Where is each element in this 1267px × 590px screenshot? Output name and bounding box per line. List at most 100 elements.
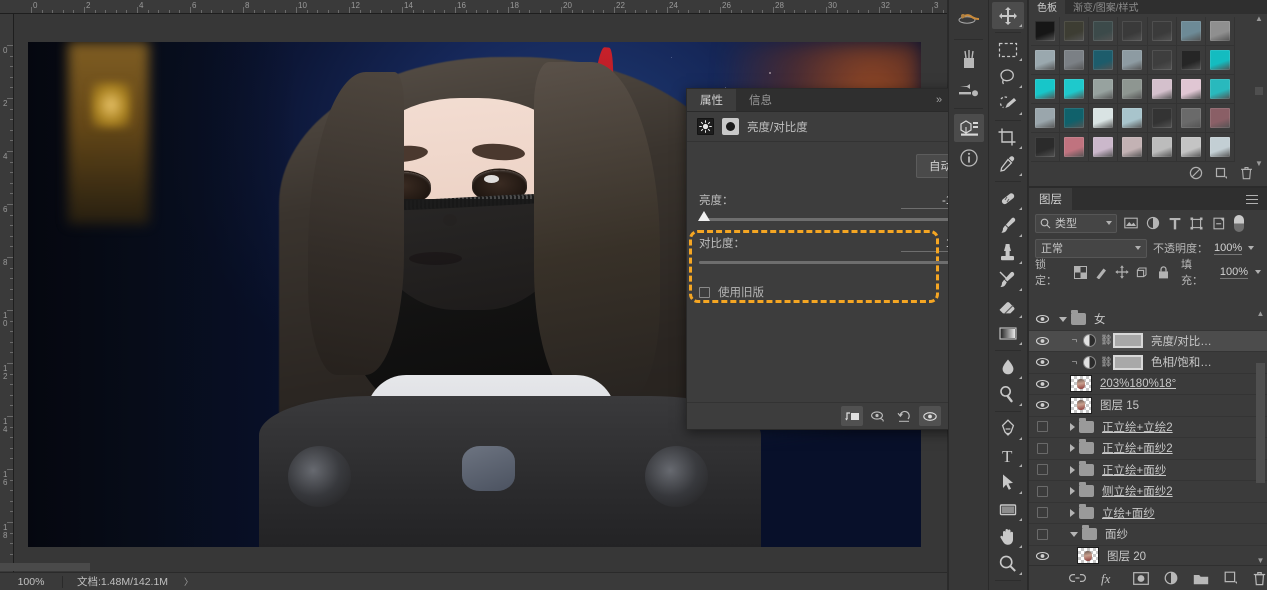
eyedropper-tool[interactable]: [992, 151, 1024, 178]
group-expanded-chevron-icon[interactable]: [1059, 317, 1067, 322]
swatch-chip[interactable]: [1152, 137, 1172, 157]
move-tool[interactable]: [992, 2, 1024, 29]
swatch-chip[interactable]: [1064, 50, 1084, 70]
swatch-cell[interactable]: [1148, 104, 1177, 133]
swatch-cell[interactable]: [1060, 75, 1089, 104]
layer-name[interactable]: 图层 15: [1100, 397, 1139, 413]
scroll-thumb[interactable]: [1255, 87, 1263, 95]
layer-name[interactable]: 正立绘+面纱2: [1102, 440, 1173, 456]
swatch-chip[interactable]: [1210, 79, 1230, 99]
healing-brush-tool[interactable]: [992, 185, 1024, 212]
tab-swatches[interactable]: 色板: [1029, 0, 1065, 14]
layers-scrollbar[interactable]: ▲ ▼: [1255, 309, 1266, 565]
swatch-chip[interactable]: [1093, 137, 1113, 157]
use-legacy-row[interactable]: 使用旧版: [687, 264, 977, 300]
layer-name[interactable]: 正立绘+立绘2: [1102, 419, 1173, 435]
swatch-chip[interactable]: [1152, 21, 1172, 41]
group-expanded-chevron-icon[interactable]: [1070, 532, 1078, 537]
swatch-chip[interactable]: [1152, 108, 1172, 128]
swatch-cell[interactable]: [1060, 17, 1089, 46]
pen-tool[interactable]: [992, 415, 1024, 442]
layer-row[interactable]: 203%180%18°: [1029, 374, 1267, 396]
swatch-chip[interactable]: [1181, 108, 1201, 128]
layer-row[interactable]: 图层 20: [1029, 546, 1267, 566]
properties-panel[interactable]: 属性 信息 » | 亮度/对: [686, 88, 978, 430]
layer-visibility-off[interactable]: [1029, 507, 1055, 518]
layer-mask-thumb[interactable]: [1113, 333, 1143, 348]
swatch-cell[interactable]: [1206, 46, 1235, 75]
swatches-panel[interactable]: 色板 渐变/图案/样式 ▲ ▼: [1029, 0, 1267, 186]
swatch-cell[interactable]: [1177, 75, 1206, 104]
shape-layers-filter-icon[interactable]: [1188, 215, 1205, 232]
swatch-chip[interactable]: [1210, 50, 1230, 70]
lock-position-icon[interactable]: [1115, 265, 1129, 279]
layers-panel[interactable]: 图层 类型 正常 不透明度： 100% 锁定： 填充： 100% 女 ⌐ ⛓ 亮…: [1029, 188, 1267, 590]
swatch-cell[interactable]: [1031, 133, 1060, 162]
swatch-cell[interactable]: [1118, 46, 1147, 75]
blend-mode-select[interactable]: 正常: [1035, 239, 1147, 258]
tab-gradients-patterns-styles[interactable]: 渐变/图案/样式: [1065, 0, 1147, 14]
type-tool[interactable]: T: [992, 442, 1024, 469]
swatch-cell[interactable]: [1060, 46, 1089, 75]
layer-row[interactable]: 侧立绘+面纱2: [1029, 481, 1267, 503]
no-swatch-icon[interactable]: [1189, 166, 1203, 185]
new-swatch-icon[interactable]: [1215, 167, 1228, 185]
layer-row[interactable]: 正立绘+面纱2: [1029, 438, 1267, 460]
layer-visibility-eye-icon[interactable]: [1029, 357, 1055, 367]
fill-chevron-down-icon[interactable]: [1255, 270, 1261, 274]
swatch-cell[interactable]: [1206, 17, 1235, 46]
layer-visibility-off[interactable]: [1029, 421, 1055, 432]
crop-tool[interactable]: [992, 124, 1024, 151]
swatch-cell[interactable]: [1206, 104, 1235, 133]
swatch-cell[interactable]: [1089, 104, 1118, 133]
swatch-cell[interactable]: [1148, 17, 1177, 46]
delete-swatch-icon[interactable]: [1240, 166, 1253, 185]
layer-visibility-eye-icon[interactable]: [1029, 336, 1055, 346]
layer-thumbnail[interactable]: [1077, 547, 1099, 564]
history-brush-tool[interactable]: [992, 266, 1024, 293]
layer-filter-type-select[interactable]: 类型: [1035, 214, 1117, 233]
layer-visibility-eye-icon[interactable]: [1029, 379, 1055, 389]
lock-artboard-icon[interactable]: [1136, 265, 1150, 279]
swatch-chip[interactable]: [1035, 21, 1055, 41]
chevron-down-icon[interactable]: [1135, 246, 1141, 250]
properties-panel-button[interactable]: [954, 114, 984, 142]
status-expand-arrow[interactable]: 〉: [168, 575, 193, 588]
swatch-cell[interactable]: [1206, 75, 1235, 104]
swatch-cell[interactable]: [1177, 104, 1206, 133]
swatch-cell[interactable]: [1206, 133, 1235, 162]
layer-row[interactable]: ⌐ ⛓ 色相/饱和…: [1029, 352, 1267, 374]
swatch-cell[interactable]: [1031, 46, 1060, 75]
toggle-layer-visibility-icon[interactable]: [867, 406, 889, 426]
brightness-slider-group[interactable]: 亮度： -150: [687, 192, 977, 221]
swatch-chip[interactable]: [1122, 79, 1142, 99]
lasso-tool[interactable]: [992, 63, 1024, 90]
type-layers-filter-icon[interactable]: [1166, 215, 1183, 232]
scroll-up-arrow[interactable]: ▲: [1255, 14, 1263, 23]
lock-all-icon[interactable]: [1156, 265, 1170, 279]
swatch-chip[interactable]: [1152, 79, 1172, 99]
layer-thumbnail[interactable]: [1070, 397, 1092, 414]
layer-row[interactable]: 正立绘+立绘2: [1029, 417, 1267, 439]
layer-name[interactable]: 女: [1094, 311, 1106, 327]
swatch-chip[interactable]: [1035, 79, 1055, 99]
layer-row[interactable]: 正立绘+面纱: [1029, 460, 1267, 482]
layer-name[interactable]: 正立绘+面纱: [1102, 462, 1166, 478]
layer-mask-thumb[interactable]: [1113, 355, 1143, 370]
swatch-chip[interactable]: [1035, 50, 1055, 70]
layer-list[interactable]: 女 ⌐ ⛓ 亮度/对比… ⌐ ⛓ 色相/饱和… 203%180%18° 图层 15 正立绘+立绘2…: [1029, 309, 1267, 565]
swatch-chip[interactable]: [1181, 137, 1201, 157]
brightness-thumb[interactable]: [698, 211, 710, 221]
brightness-track[interactable]: [699, 218, 965, 221]
adjustment-layer-thumb[interactable]: [1083, 334, 1096, 347]
swatch-cell[interactable]: [1148, 133, 1177, 162]
tab-properties[interactable]: 属性: [687, 89, 736, 111]
mask-link-icon[interactable]: ⛓: [1100, 357, 1109, 368]
swatch-chip[interactable]: [1210, 137, 1230, 157]
swatch-cell[interactable]: [1060, 133, 1089, 162]
swatch-chip[interactable]: [1210, 108, 1230, 128]
group-collapsed-chevron-icon[interactable]: [1070, 444, 1075, 452]
layer-style-fx-icon[interactable]: fx: [1101, 571, 1118, 586]
lock-transparent-pixels-icon[interactable]: [1074, 265, 1088, 279]
swatch-cell[interactable]: [1148, 75, 1177, 104]
